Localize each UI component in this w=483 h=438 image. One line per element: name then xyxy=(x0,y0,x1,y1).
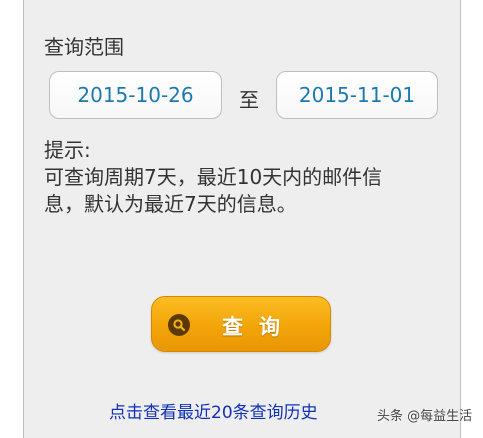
query-range-label: 查询范围 xyxy=(44,35,124,59)
end-date-value: 2015-11-01 xyxy=(298,83,416,107)
hint-line-1: 可查询周期7天，最近10天内的邮件信 xyxy=(44,165,383,189)
hint-block: 提示: 可查询周期7天，最近10天内的邮件信 息，默认为最近7天的信息。 xyxy=(44,137,424,218)
query-button[interactable]: 查询 xyxy=(151,296,331,352)
to-label: 至 xyxy=(239,88,259,112)
search-icon xyxy=(168,314,190,336)
hint-line-2: 息，默认为最近7天的信息。 xyxy=(44,192,297,216)
query-history-link[interactable]: 点击查看最近20条查询历史 xyxy=(109,398,318,423)
query-panel xyxy=(23,0,461,438)
page-background: 查询范围 2015-10-26 至 2015-11-01 提示: 可查询周期7天… xyxy=(0,0,483,438)
hint-title: 提示: xyxy=(44,138,91,162)
query-button-label: 查询 xyxy=(222,315,296,339)
end-date-field[interactable]: 2015-11-01 xyxy=(276,71,438,119)
start-date-field[interactable]: 2015-10-26 xyxy=(49,71,222,119)
start-date-value: 2015-10-26 xyxy=(77,83,194,107)
watermark: 头条 @每益生活 xyxy=(377,409,473,424)
